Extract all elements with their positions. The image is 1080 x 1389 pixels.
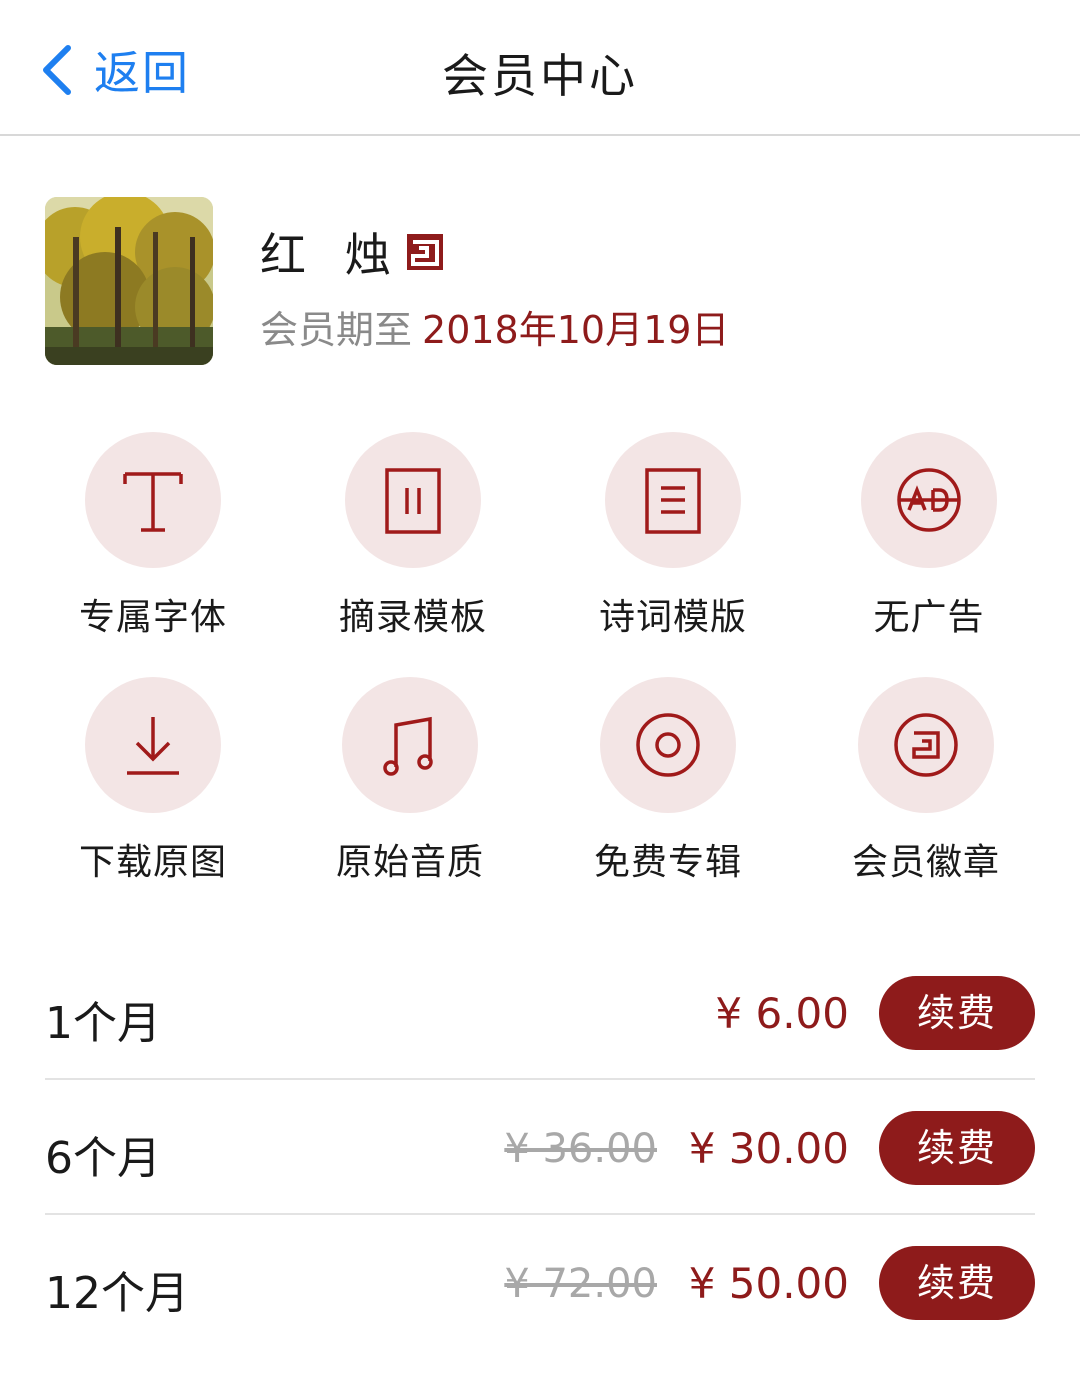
poem-template-icon (645, 468, 701, 534)
feature-label: 摘录模板 (338, 597, 487, 638)
feature-font[interactable]: 专属字体 (23, 432, 283, 640)
nav-bar: 返回 会员中心 (0, 0, 1080, 136)
feature-icon-bg (342, 677, 478, 813)
feature-label: 免费专辑 (593, 842, 742, 883)
plan-row: 1个月 ¥ 6.00 续费 (45, 945, 1035, 1080)
feature-member-badge[interactable]: 会员徽章 (796, 677, 1056, 885)
expire-date: 2018年10月19日 (422, 308, 730, 352)
plan-original-price: ¥ 72.00 (504, 1261, 657, 1307)
feature-icon-bg (861, 432, 997, 568)
album-disc-icon (636, 713, 700, 777)
feature-icon-bg (605, 432, 741, 568)
plan-row: 12个月 ¥ 72.00 ¥ 50.00 续费 (45, 1215, 1035, 1350)
username: 红 烛 (260, 228, 403, 282)
username-row: 红 烛 (260, 219, 443, 285)
feature-label: 无广告 (873, 597, 985, 638)
plan-list: 1个月 ¥ 6.00 续费 6个月 ¥ 36.00 ¥ 30.00 续费 12个… (45, 945, 1035, 1350)
no-ad-icon (897, 468, 961, 532)
plan-original-price: ¥ 36.00 (504, 1126, 657, 1172)
feature-icon-bg (85, 432, 221, 568)
feature-grid: 专属字体 摘录模板 诗词模版 无广告 下载原图 原始音质 免费专辑 会员徽章 (0, 432, 1080, 892)
feature-label: 原始音质 (335, 842, 484, 883)
renew-button[interactable]: 续费 (879, 1246, 1035, 1320)
music-note-icon (383, 716, 433, 776)
feature-icon-bg (345, 432, 481, 568)
member-badge-icon (894, 713, 958, 777)
plan-duration: 1个月 (45, 998, 161, 1049)
renew-button[interactable]: 续费 (879, 1111, 1035, 1185)
expire-label: 会员期至 (260, 308, 413, 352)
feature-original-audio[interactable]: 原始音质 (280, 677, 540, 885)
feature-free-album[interactable]: 免费专辑 (538, 677, 798, 885)
plan-duration: 12个月 (45, 1268, 189, 1319)
avatar-image (45, 197, 213, 365)
profile-card: 红 烛 会员期至 2018年10月19日 (45, 197, 1045, 367)
feature-label: 下载原图 (78, 842, 227, 883)
font-icon (123, 472, 183, 532)
plan-row: 6个月 ¥ 36.00 ¥ 30.00 续费 (45, 1080, 1035, 1215)
feature-label: 专属字体 (78, 597, 227, 638)
feature-label: 会员徽章 (851, 842, 1000, 883)
plan-duration: 6个月 (45, 1133, 161, 1184)
feature-label: 诗词模版 (598, 597, 747, 638)
feature-icon-bg (85, 677, 221, 813)
feature-icon-bg (600, 677, 736, 813)
download-icon (127, 717, 179, 775)
feature-poem-template[interactable]: 诗词模版 (543, 432, 803, 640)
avatar[interactable] (45, 197, 213, 365)
feature-icon-bg (858, 677, 994, 813)
page-title: 会员中心 (442, 49, 638, 103)
feature-no-ad[interactable]: 无广告 (799, 432, 1059, 640)
renew-button[interactable]: 续费 (879, 976, 1035, 1050)
feature-download[interactable]: 下载原图 (23, 677, 283, 885)
plan-price: ¥ 30.00 (688, 1124, 849, 1173)
expire-info: 会员期至 2018年10月19日 (260, 299, 729, 354)
excerpt-template-icon (385, 468, 441, 534)
vip-badge-icon (406, 234, 443, 270)
plan-price: ¥ 6.00 (715, 989, 849, 1038)
plan-price: ¥ 50.00 (688, 1259, 849, 1308)
feature-excerpt-template[interactable]: 摘录模板 (283, 432, 543, 640)
